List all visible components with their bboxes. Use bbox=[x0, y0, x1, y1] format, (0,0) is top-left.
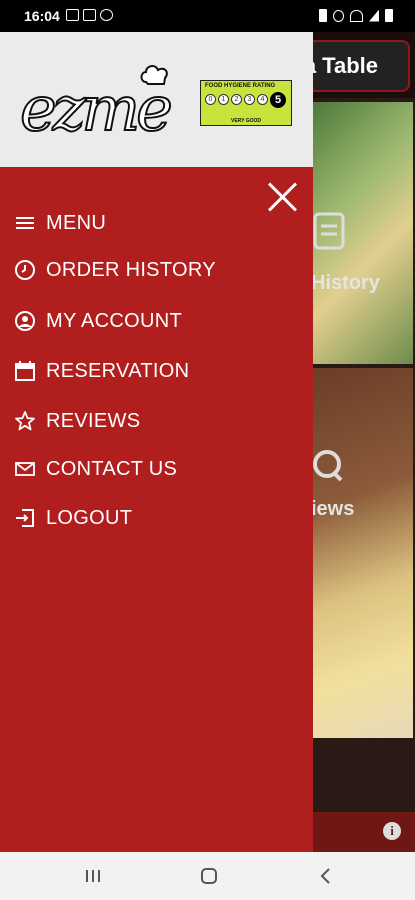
close-drawer-button[interactable] bbox=[266, 180, 300, 214]
envelope-icon bbox=[14, 458, 36, 480]
menu-item-menu[interactable]: MENU bbox=[14, 206, 106, 240]
mail-icon bbox=[83, 9, 96, 21]
hygiene-scale-2: 2 bbox=[231, 94, 242, 105]
menu-item-label: MENU bbox=[46, 211, 107, 234]
drawer-header: ezme FOOD HYGIENE RATING 0 1 2 3 4 5 VER… bbox=[0, 32, 313, 167]
menu-item-contact-us[interactable]: CONTACT US bbox=[14, 452, 177, 486]
status-time: 16:04 bbox=[24, 8, 60, 24]
user-icon bbox=[14, 310, 36, 332]
logo-text: ezme bbox=[19, 71, 174, 146]
history-tile-label: History bbox=[313, 272, 380, 294]
back-button[interactable] bbox=[311, 864, 341, 888]
reviews-tile[interactable]: iews bbox=[313, 368, 413, 738]
menu-item-reservation[interactable]: RESERVATION bbox=[14, 354, 189, 388]
book-table-label: a Table bbox=[303, 53, 378, 78]
order-history-tile[interactable]: History bbox=[313, 102, 413, 364]
food-hygiene-rating-badge: FOOD HYGIENE RATING 0 1 2 3 4 5 VERY GOO… bbox=[200, 80, 292, 126]
hamburger-icon bbox=[14, 212, 36, 234]
menu-item-label: RESERVATION bbox=[46, 359, 190, 382]
battery-icon bbox=[385, 9, 393, 22]
menu-item-reviews[interactable]: REVIEWS bbox=[14, 404, 140, 438]
hygiene-title: FOOD HYGIENE RATING bbox=[205, 83, 276, 89]
system-navigation-bar bbox=[0, 852, 415, 900]
mute-icon bbox=[333, 9, 344, 22]
recent-apps-icon bbox=[86, 870, 100, 882]
wifi-icon bbox=[350, 9, 363, 22]
menu-item-label: ORDER HISTORY bbox=[46, 258, 216, 281]
hygiene-scale-1: 1 bbox=[218, 94, 229, 105]
reviews-tile-icon bbox=[313, 450, 343, 482]
info-icon[interactable]: i bbox=[383, 822, 401, 840]
signal-icon bbox=[369, 9, 379, 22]
hygiene-scale: 0 1 2 3 4 5 bbox=[205, 92, 286, 108]
navigation-drawer: ezme FOOD HYGIENE RATING 0 1 2 3 4 5 VER… bbox=[0, 32, 313, 852]
clock-icon bbox=[14, 259, 36, 281]
back-icon bbox=[320, 868, 330, 884]
menu-item-label: LOGOUT bbox=[46, 506, 133, 529]
message-icon bbox=[100, 9, 113, 21]
menu-item-label: CONTACT US bbox=[46, 457, 178, 480]
hygiene-score: 5 bbox=[270, 92, 286, 108]
status-bar: 16:04 bbox=[0, 0, 415, 32]
hygiene-scale-0: 0 bbox=[205, 94, 216, 105]
home-button[interactable] bbox=[194, 864, 224, 888]
reviews-tile-label: iews bbox=[313, 498, 355, 520]
system-icons bbox=[319, 9, 393, 22]
history-tile-icon bbox=[313, 212, 345, 250]
calendar-icon bbox=[14, 360, 36, 382]
hygiene-scale-4: 4 bbox=[257, 94, 268, 105]
menu-item-my-account[interactable]: MY ACCOUNT bbox=[14, 304, 182, 338]
star-icon bbox=[14, 410, 36, 432]
battery-saver-icon bbox=[319, 9, 327, 22]
hygiene-scale-3: 3 bbox=[244, 94, 255, 105]
background-footer: i bbox=[313, 812, 415, 852]
menu-item-order-history[interactable]: ORDER HISTORY bbox=[14, 253, 216, 287]
ezme-logo[interactable]: ezme bbox=[19, 62, 190, 152]
logout-icon bbox=[14, 507, 36, 529]
notification-icons bbox=[66, 9, 113, 21]
menu-item-label: REVIEWS bbox=[46, 409, 141, 432]
home-icon bbox=[201, 868, 217, 884]
recent-apps-button[interactable] bbox=[78, 864, 108, 888]
menu-item-label: MY ACCOUNT bbox=[46, 309, 182, 332]
hygiene-caption: VERY GOOD bbox=[230, 118, 261, 124]
menu-item-logout[interactable]: LOGOUT bbox=[14, 501, 132, 535]
gallery-icon bbox=[66, 9, 79, 21]
